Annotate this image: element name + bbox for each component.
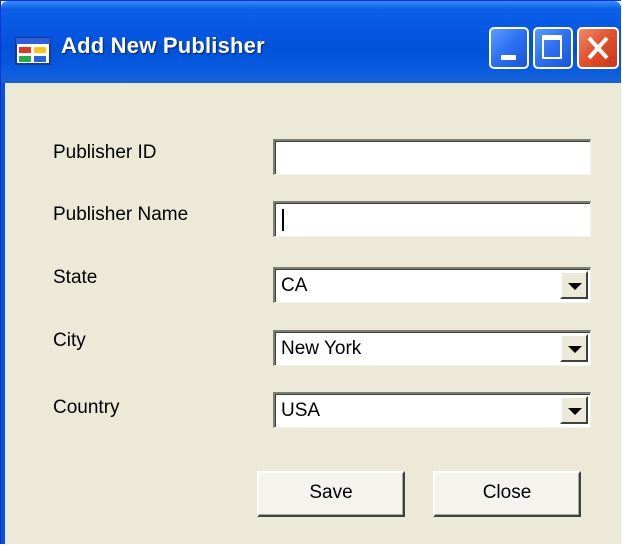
publisher-name-label: Publisher Name xyxy=(53,204,189,225)
chevron-down-icon xyxy=(568,408,582,415)
window-border xyxy=(1,83,5,544)
city-dropdown-button[interactable] xyxy=(560,334,588,362)
country-dropdown-button[interactable] xyxy=(560,396,588,424)
maximize-icon xyxy=(542,35,562,59)
country-label: Country xyxy=(53,397,120,418)
country-value: USA xyxy=(281,400,321,421)
state-label: State xyxy=(53,267,98,288)
chevron-down-icon xyxy=(568,283,582,290)
minimize-icon xyxy=(501,55,516,60)
state-select[interactable]: CA xyxy=(273,267,591,303)
city-select[interactable]: New York xyxy=(273,330,591,366)
state-dropdown-button[interactable] xyxy=(560,271,588,299)
dialog-window: Add New Publisher Publisher ID Publisher… xyxy=(0,0,621,544)
close-icon xyxy=(587,36,609,60)
publisher-id-label: Publisher ID xyxy=(53,142,157,163)
text-caret xyxy=(282,209,284,231)
city-value: New York xyxy=(281,338,362,359)
window-title: Add New Publisher xyxy=(61,33,265,58)
close-button[interactable]: Close xyxy=(433,471,581,517)
minimize-button[interactable] xyxy=(489,27,529,69)
form-icon xyxy=(15,37,51,65)
publisher-name-input[interactable] xyxy=(273,201,591,237)
state-value: CA xyxy=(281,275,308,296)
title-bar[interactable]: Add New Publisher xyxy=(1,1,621,83)
city-label: City xyxy=(53,330,86,351)
save-button[interactable]: Save xyxy=(257,471,405,517)
close-window-button[interactable] xyxy=(577,27,619,69)
publisher-id-input[interactable] xyxy=(273,139,591,175)
maximize-button[interactable] xyxy=(533,27,573,69)
country-select[interactable]: USA xyxy=(273,392,591,428)
chevron-down-icon xyxy=(568,346,582,353)
